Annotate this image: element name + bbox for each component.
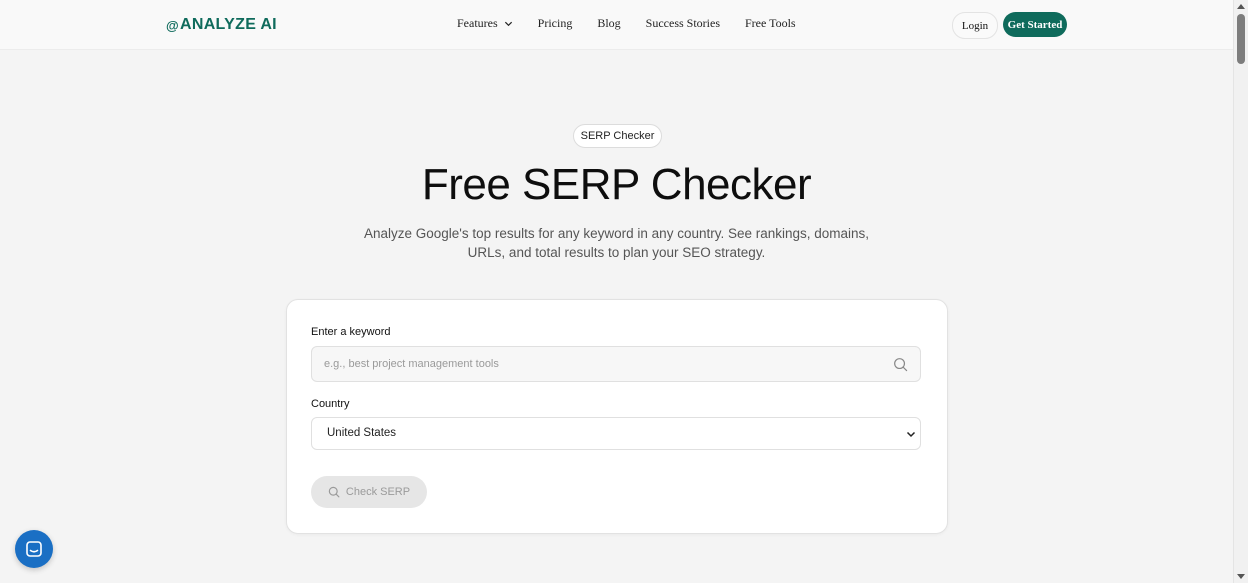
- page-subtitle: Analyze Google's top results for any key…: [363, 226, 870, 260]
- nav-link-pricing[interactable]: Pricing: [538, 16, 573, 31]
- keyword-field[interactable]: [311, 346, 921, 382]
- scroll-down-arrow-icon[interactable]: [1237, 574, 1245, 579]
- login-button[interactable]: Login: [952, 12, 998, 39]
- top-navbar: @ ANALYZE AI Features Pricing Blog Succe…: [0, 0, 1233, 50]
- keyword-label: Enter a keyword: [311, 326, 391, 338]
- logo[interactable]: @ ANALYZE AI: [166, 14, 277, 36]
- chevron-down-icon: [906, 431, 916, 438]
- logo-text: ANALYZE AI: [179, 16, 277, 33]
- nav-link-free-tools[interactable]: Free Tools: [745, 16, 796, 31]
- logo-mark: @: [166, 17, 179, 33]
- check-serp-label: Check SERP: [345, 486, 411, 498]
- chat-launcher-button[interactable]: [15, 530, 53, 568]
- scroll-up-arrow-icon[interactable]: [1237, 4, 1245, 9]
- serp-form-card: Enter a keyword Country United States Ch…: [286, 299, 948, 534]
- chat-icon: [26, 541, 42, 557]
- nav-link-blog[interactable]: Blog: [597, 16, 620, 31]
- tool-badge: SERP Checker: [573, 124, 662, 148]
- country-selected-value: United States: [327, 427, 397, 439]
- nav-links: Features Pricing Blog Success Stories Fr…: [457, 16, 821, 31]
- chevron-down-icon: [504, 21, 512, 27]
- search-icon: [328, 486, 340, 498]
- keyword-input[interactable]: [312, 347, 896, 381]
- country-select[interactable]: United States: [311, 417, 921, 450]
- page-title: Free SERP Checker: [421, 160, 812, 209]
- page-scrollbar[interactable]: [1233, 0, 1248, 583]
- nav-link-features[interactable]: Features: [457, 16, 513, 31]
- nav-link-features-label: Features: [457, 16, 498, 30]
- nav-link-success-stories[interactable]: Success Stories: [646, 16, 720, 31]
- scroll-thumb[interactable]: [1237, 14, 1245, 64]
- check-serp-button[interactable]: Check SERP: [311, 476, 427, 508]
- search-icon: [894, 358, 908, 372]
- get-started-button[interactable]: Get Started: [1003, 12, 1067, 37]
- country-label: Country: [311, 398, 350, 410]
